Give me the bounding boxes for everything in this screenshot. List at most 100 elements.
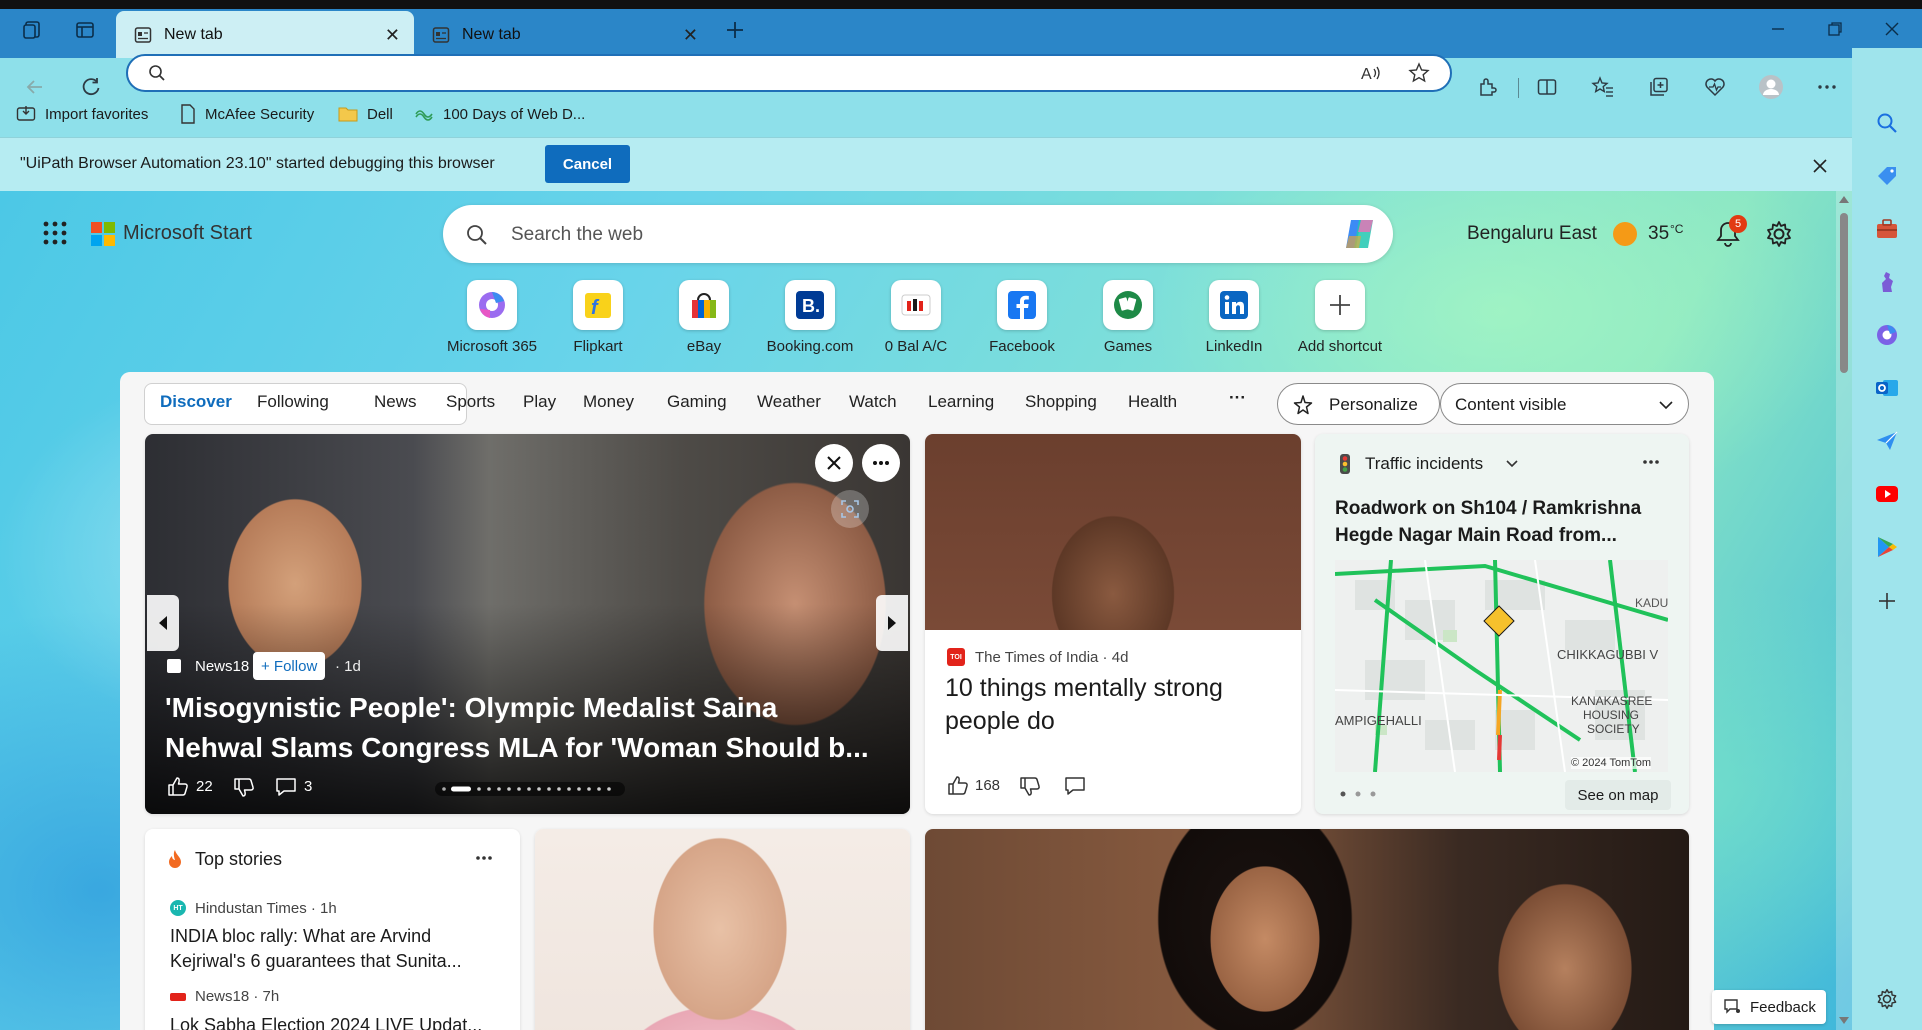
- bookmark-dell[interactable]: Dell: [338, 103, 393, 125]
- visual-search-icon[interactable]: [831, 490, 869, 528]
- scroll-down-arrow-icon[interactable]: [1839, 1017, 1849, 1024]
- tab-following[interactable]: Following: [257, 392, 329, 412]
- personalize-button[interactable]: Personalize: [1277, 383, 1440, 425]
- copilot-icon[interactable]: [1341, 216, 1379, 252]
- nav-more-button[interactable]: ···: [1229, 388, 1246, 408]
- chevron-down-icon[interactable]: [1505, 458, 1519, 470]
- split-screen-icon[interactable]: [1532, 72, 1562, 102]
- tab-1[interactable]: New tab ✕: [116, 11, 414, 58]
- close-window-icon[interactable]: [1877, 14, 1907, 44]
- microsoft-365-icon[interactable]: [1872, 320, 1902, 350]
- follow-button[interactable]: + Follow: [253, 652, 326, 680]
- weather-location[interactable]: Bengaluru East: [1467, 223, 1597, 245]
- hero-headline[interactable]: 'Misogynistic People': Olympic Medalist …: [165, 688, 869, 768]
- top-stories-title[interactable]: Top stories: [195, 849, 282, 870]
- nav-item-money[interactable]: Money: [583, 392, 634, 412]
- refresh-icon[interactable]: [76, 72, 106, 102]
- shortcut-booking[interactable]: B. Booking.com: [755, 280, 865, 360]
- back-icon[interactable]: [20, 72, 50, 102]
- carousel-prev-button[interactable]: [147, 595, 179, 651]
- nav-item-watch[interactable]: Watch: [849, 392, 897, 412]
- more-options-icon[interactable]: [475, 855, 493, 861]
- favorites-icon[interactable]: [1588, 72, 1618, 102]
- nav-item-play[interactable]: Play: [523, 392, 556, 412]
- minimize-icon[interactable]: [1763, 14, 1793, 44]
- app-launcher-icon[interactable]: [42, 220, 68, 246]
- browser-essentials-icon[interactable]: [1700, 72, 1730, 102]
- tab-discover[interactable]: Discover: [160, 392, 232, 412]
- cancel-button[interactable]: Cancel: [545, 145, 630, 183]
- nav-item-news[interactable]: News: [374, 392, 417, 412]
- carousel-indicator[interactable]: [435, 782, 625, 796]
- scroll-up-arrow-icon[interactable]: [1839, 196, 1849, 203]
- see-on-map-button[interactable]: See on map: [1565, 780, 1671, 810]
- shortcut-games[interactable]: Games: [1073, 280, 1183, 360]
- content-visibility-select[interactable]: Content visible: [1440, 383, 1689, 425]
- restore-icon[interactable]: [1820, 14, 1850, 44]
- outlook-icon[interactable]: [1872, 373, 1902, 403]
- traffic-title[interactable]: Traffic incidents: [1365, 454, 1483, 474]
- profile-avatar-icon[interactable]: [1756, 72, 1786, 102]
- web-search-box[interactable]: Search the web: [443, 205, 1393, 263]
- toi-source[interactable]: The Times of India · 4d: [975, 649, 1128, 666]
- comment-icon[interactable]: [275, 777, 297, 797]
- tab-actions-icon[interactable]: [72, 17, 98, 43]
- brand-name[interactable]: Microsoft Start: [123, 222, 252, 245]
- shopping-tag-icon[interactable]: [1872, 161, 1902, 191]
- bookmark-import-favorites[interactable]: Import favorites: [16, 103, 148, 125]
- dislike-icon[interactable]: [233, 778, 255, 798]
- comment-icon[interactable]: [1064, 776, 1086, 796]
- page-settings-gear-icon[interactable]: [1765, 220, 1793, 248]
- new-tab-plus-icon[interactable]: [722, 17, 748, 43]
- featured-image-card[interactable]: [925, 829, 1689, 1030]
- tab-close-icon[interactable]: ✕: [385, 25, 400, 46]
- send-paper-plane-icon[interactable]: [1872, 426, 1902, 456]
- scrollbar-thumb[interactable]: [1840, 213, 1848, 373]
- nav-item-weather[interactable]: Weather: [757, 392, 821, 412]
- youtube-icon[interactable]: [1872, 479, 1902, 509]
- search-icon[interactable]: [1872, 108, 1902, 138]
- extensions-icon[interactable]: [1472, 72, 1502, 102]
- more-options-icon[interactable]: [1642, 459, 1660, 465]
- like-icon[interactable]: [167, 776, 189, 796]
- more-options-icon[interactable]: [862, 444, 900, 482]
- nav-item-health[interactable]: Health: [1128, 392, 1177, 412]
- add-shortcut-button[interactable]: Add shortcut: [1285, 280, 1395, 360]
- collections-icon[interactable]: [1644, 72, 1674, 102]
- add-sidebar-app-icon[interactable]: [1872, 586, 1902, 616]
- tab-2[interactable]: New tab ✕: [414, 11, 712, 58]
- shortcut-linkedin[interactable]: LinkedIn: [1179, 280, 1289, 360]
- portrait-news-card[interactable]: [535, 829, 910, 1030]
- hero-source[interactable]: News18: [195, 658, 249, 675]
- settings-more-icon[interactable]: [1812, 72, 1842, 102]
- dismiss-icon[interactable]: [815, 444, 853, 482]
- address-bar[interactable]: A: [126, 54, 1452, 92]
- google-play-icon[interactable]: [1872, 532, 1902, 562]
- shortcut-flipkart[interactable]: f Flipkart: [543, 280, 653, 360]
- read-aloud-icon[interactable]: A: [1360, 63, 1382, 83]
- dislike-icon[interactable]: [1019, 777, 1041, 797]
- hero-news-card[interactable]: News18 + Follow · 1d 'Misogynistic Peopl…: [145, 434, 910, 814]
- toi-headline[interactable]: 10 things mentally strong people do: [945, 672, 1223, 738]
- nav-item-sports[interactable]: Sports: [446, 392, 495, 412]
- favorite-star-icon[interactable]: [1408, 62, 1430, 84]
- shortcut-ebay[interactable]: eBay: [649, 280, 759, 360]
- feedback-button[interactable]: Feedback: [1712, 990, 1826, 1024]
- games-chess-icon[interactable]: [1872, 267, 1902, 297]
- tab-close-icon[interactable]: ✕: [683, 25, 698, 46]
- card-pager-dots[interactable]: [1339, 790, 1379, 798]
- page-scrollbar[interactable]: [1836, 191, 1852, 1030]
- traffic-headline[interactable]: Roadwork on Sh104 / Ramkrishna Hegde Nag…: [1335, 495, 1641, 549]
- tools-toolbox-icon[interactable]: [1872, 214, 1902, 244]
- carousel-next-button[interactable]: [876, 595, 908, 651]
- workspaces-icon[interactable]: [20, 17, 46, 43]
- nav-item-shopping[interactable]: Shopping: [1025, 392, 1097, 412]
- toi-news-card[interactable]: TOI The Times of India · 4d 10 things me…: [925, 434, 1301, 814]
- traffic-map[interactable]: KADU CHIKKAGUBBI V KANAKASREE HOUSING SO…: [1335, 560, 1668, 772]
- shortcut-0-bal-ac[interactable]: 0 Bal A/C: [861, 280, 971, 360]
- nav-item-learning[interactable]: Learning: [928, 392, 994, 412]
- traffic-card[interactable]: Traffic incidents Roadwork on Sh104 / Ra…: [1315, 434, 1689, 814]
- bookmark-100-days[interactable]: 100 Days of Web D...: [414, 103, 585, 125]
- nav-item-gaming[interactable]: Gaming: [667, 392, 727, 412]
- bookmark-mcafee[interactable]: McAfee Security: [180, 103, 314, 125]
